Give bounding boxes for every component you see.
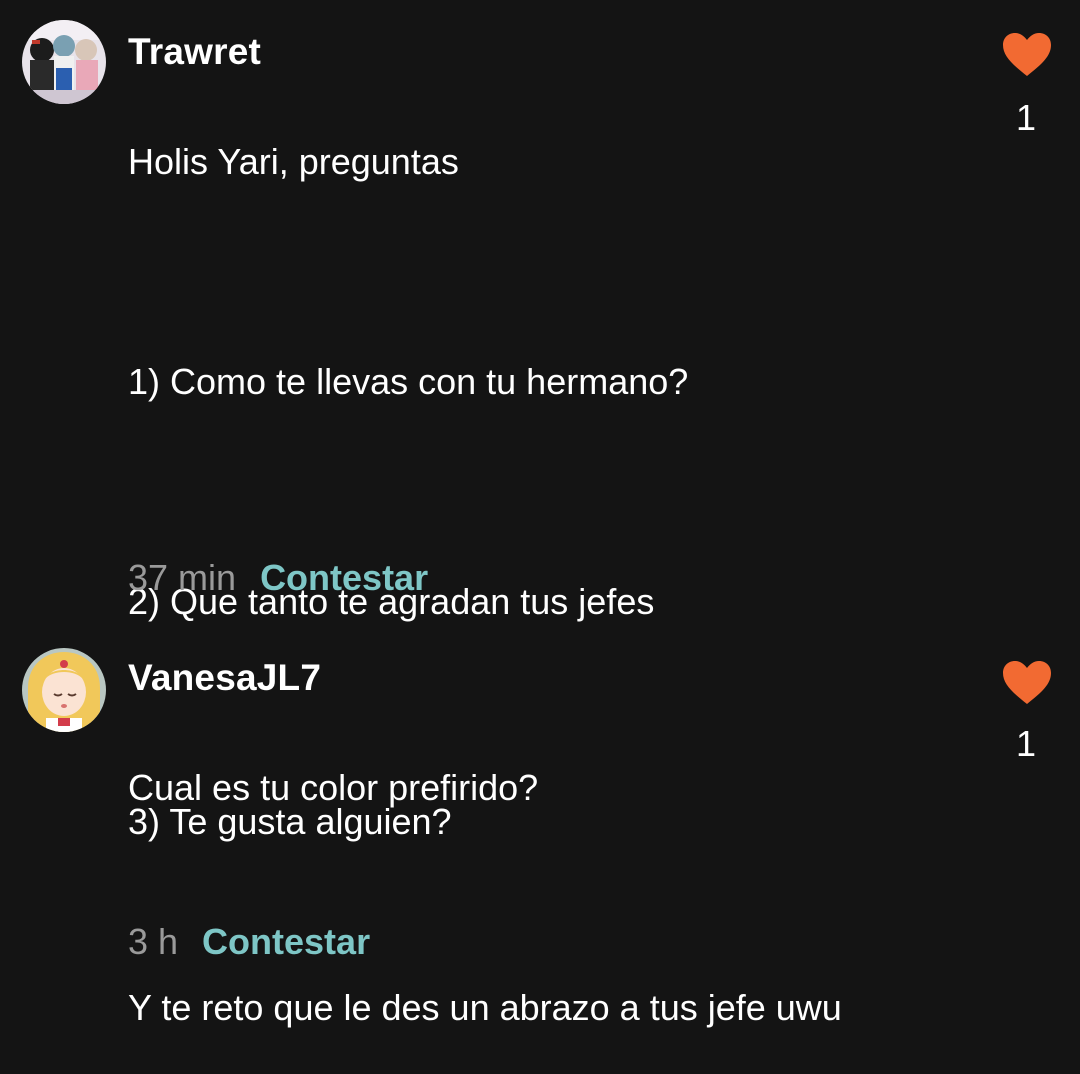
like-count: 1 bbox=[1015, 723, 1036, 764]
heart-icon[interactable] bbox=[1002, 32, 1052, 78]
username[interactable]: Trawret bbox=[128, 30, 261, 74]
avatar-group-illustration bbox=[22, 20, 106, 104]
like-count: 1 bbox=[1015, 97, 1036, 138]
comment-timestamp: 3 h bbox=[128, 921, 179, 962]
comment-line: Y te reto que le des un abrazo a tus jef… bbox=[128, 987, 842, 1028]
comment-line: 1) Como te llevas con tu hermano? bbox=[128, 361, 689, 402]
comment-timestamp: 37 min bbox=[128, 557, 237, 598]
comment-meta: 3 h Contestar bbox=[128, 920, 370, 964]
comment-line: Holis Yari, preguntas bbox=[128, 141, 459, 182]
reply-button[interactable]: Contestar bbox=[202, 920, 370, 964]
user-avatar[interactable] bbox=[22, 20, 106, 104]
reply-button[interactable]: Contestar bbox=[260, 556, 428, 600]
avatar-anime-girl bbox=[22, 648, 106, 732]
comment-meta: 37 min Contestar bbox=[128, 556, 428, 600]
comment-body: Cual es tu color prefirido? Y te reto qu… bbox=[128, 722, 988, 1074]
username[interactable]: VanesaJL7 bbox=[128, 656, 321, 700]
heart-icon[interactable] bbox=[1002, 660, 1052, 706]
user-avatar[interactable] bbox=[22, 648, 106, 732]
comment-line: Cual es tu color prefirido? bbox=[128, 767, 539, 808]
